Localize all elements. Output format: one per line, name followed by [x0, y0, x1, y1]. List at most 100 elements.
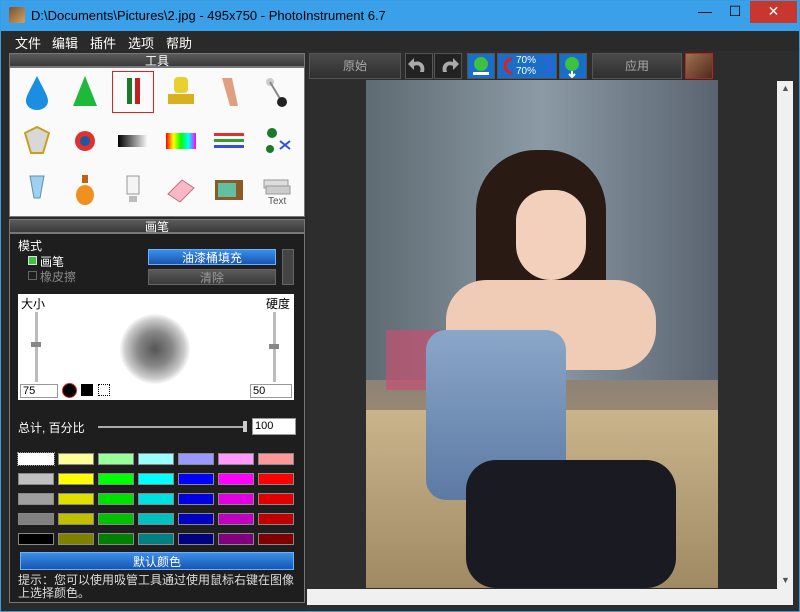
- hint-text: 提示：您可以使用吸管工具通过使用鼠标右键在图像上选择颜色。: [18, 573, 295, 600]
- maximize-button[interactable]: ☐: [720, 1, 750, 23]
- color-swatch[interactable]: [58, 513, 94, 525]
- eraser-tool-icon[interactable]: [160, 169, 202, 211]
- round-brush-icon[interactable]: [62, 383, 77, 398]
- svg-text:Text: Text: [268, 196, 287, 207]
- color-swatch[interactable]: [258, 453, 294, 465]
- photo-legs: [466, 460, 676, 588]
- color-swatch[interactable]: [218, 453, 254, 465]
- drop-tool-icon[interactable]: [16, 71, 58, 113]
- color-swatch[interactable]: [18, 493, 54, 505]
- color-swatch[interactable]: [58, 493, 94, 505]
- color-swatch[interactable]: [218, 513, 254, 525]
- mode-label: 模式: [18, 239, 43, 253]
- gradient-tool-icon[interactable]: [112, 120, 154, 162]
- brush-tool-icon[interactable]: [112, 71, 154, 113]
- text-tool-icon[interactable]: Text: [256, 169, 298, 211]
- stamp-tool-icon[interactable]: [160, 71, 202, 113]
- spectrum-tool-icon[interactable]: [160, 120, 202, 162]
- zoom-vertical-value: 70%: [516, 66, 537, 77]
- close-button[interactable]: ✕: [750, 1, 797, 23]
- image-thumbnail[interactable]: [685, 53, 713, 79]
- color-swatch[interactable]: [178, 513, 214, 525]
- photo-canvas[interactable]: [366, 80, 718, 588]
- color-swatch[interactable]: [258, 473, 294, 485]
- color-swatch[interactable]: [58, 533, 94, 545]
- panel-scroll-handle[interactable]: [282, 249, 294, 285]
- clone-scissors-tool-icon[interactable]: [256, 120, 298, 162]
- apply-button[interactable]: 应用: [592, 53, 682, 79]
- tv-tool-icon[interactable]: [208, 169, 250, 211]
- original-button[interactable]: 原始: [309, 53, 401, 79]
- color-swatch[interactable]: [178, 453, 214, 465]
- menu-options[interactable]: 选项: [128, 33, 154, 52]
- color-swatch[interactable]: [218, 533, 254, 545]
- color-swatch[interactable]: [178, 473, 214, 485]
- eye-tool-icon[interactable]: [64, 120, 106, 162]
- menu-bar: 文件 编辑 插件 选项 帮助: [1, 31, 799, 51]
- clear-button[interactable]: 清除: [148, 269, 276, 285]
- vertical-scrollbar[interactable]: ▲ ▼: [777, 81, 793, 589]
- menu-file[interactable]: 文件: [15, 33, 41, 52]
- tools-grid: Text: [9, 67, 305, 217]
- bottle-tool-icon[interactable]: [64, 169, 106, 211]
- minimize-button[interactable]: —: [690, 1, 720, 23]
- color-swatch[interactable]: [58, 453, 94, 465]
- tube-tool-icon[interactable]: [16, 169, 58, 211]
- brush-mode-radio[interactable]: [28, 256, 37, 265]
- color-swatch[interactable]: [138, 453, 174, 465]
- color-swatch[interactable]: [258, 493, 294, 505]
- color-swatch[interactable]: [58, 473, 94, 485]
- color-swatch[interactable]: [138, 493, 174, 505]
- color-swatch[interactable]: [98, 493, 134, 505]
- smudge-tool-icon[interactable]: [208, 71, 250, 113]
- horizontal-scrollbar[interactable]: [307, 589, 793, 605]
- scroll-down-icon[interactable]: ▼: [781, 575, 790, 585]
- undo-icon[interactable]: [405, 53, 433, 79]
- color-swatch[interactable]: [258, 513, 294, 525]
- size-slider-thumb[interactable]: [31, 342, 41, 347]
- brush-panel-title: 画笔: [9, 219, 305, 234]
- bulb-tool-icon[interactable]: [112, 169, 154, 211]
- color-swatch[interactable]: [138, 533, 174, 545]
- hardness-spinner[interactable]: 50: [250, 384, 292, 398]
- menu-edit[interactable]: 编辑: [52, 33, 78, 52]
- diamond-tool-icon[interactable]: [16, 120, 58, 162]
- color-swatch[interactable]: [178, 533, 214, 545]
- color-swatch[interactable]: [258, 533, 294, 545]
- color-swatch[interactable]: [18, 533, 54, 545]
- eraser-mode-radio[interactable]: [28, 271, 37, 280]
- fill-button[interactable]: 油漆桶填充: [148, 249, 276, 265]
- color-swatch[interactable]: [17, 452, 55, 466]
- color-swatch[interactable]: [138, 513, 174, 525]
- total-spinner[interactable]: 100: [252, 418, 296, 435]
- selection-brush-icon[interactable]: [98, 384, 110, 396]
- zoom-fit-icon[interactable]: [467, 53, 495, 79]
- redo-icon[interactable]: [434, 53, 462, 79]
- scroll-up-icon[interactable]: ▲: [781, 83, 790, 93]
- color-swatch[interactable]: [98, 473, 134, 485]
- color-swatch[interactable]: [178, 493, 214, 505]
- hardness-label: 硬度: [266, 297, 291, 311]
- total-slider[interactable]: [98, 426, 246, 428]
- zoom-level-control[interactable]: 70% 70%: [497, 53, 557, 79]
- color-swatch[interactable]: [98, 533, 134, 545]
- color-swatch[interactable]: [18, 473, 54, 485]
- color-swatch[interactable]: [218, 473, 254, 485]
- hardness-slider-thumb[interactable]: [269, 344, 279, 349]
- color-swatch[interactable]: [18, 513, 54, 525]
- default-colors-button[interactable]: 默认颜色: [20, 552, 294, 570]
- size-slider[interactable]: [35, 312, 38, 382]
- size-spinner[interactable]: 75: [20, 384, 58, 398]
- menu-help[interactable]: 帮助: [166, 33, 192, 52]
- color-swatch[interactable]: [218, 493, 254, 505]
- lines-tool-icon[interactable]: [208, 120, 250, 162]
- pin-tool-icon[interactable]: [256, 71, 298, 113]
- cone-tool-icon[interactable]: [64, 71, 106, 113]
- color-swatch[interactable]: [98, 453, 134, 465]
- zoom-in-icon[interactable]: [559, 53, 587, 79]
- total-slider-thumb[interactable]: [243, 421, 247, 432]
- color-swatch[interactable]: [98, 513, 134, 525]
- menu-plugins[interactable]: 插件: [90, 33, 116, 52]
- square-brush-icon[interactable]: [81, 384, 93, 396]
- color-swatch[interactable]: [138, 473, 174, 485]
